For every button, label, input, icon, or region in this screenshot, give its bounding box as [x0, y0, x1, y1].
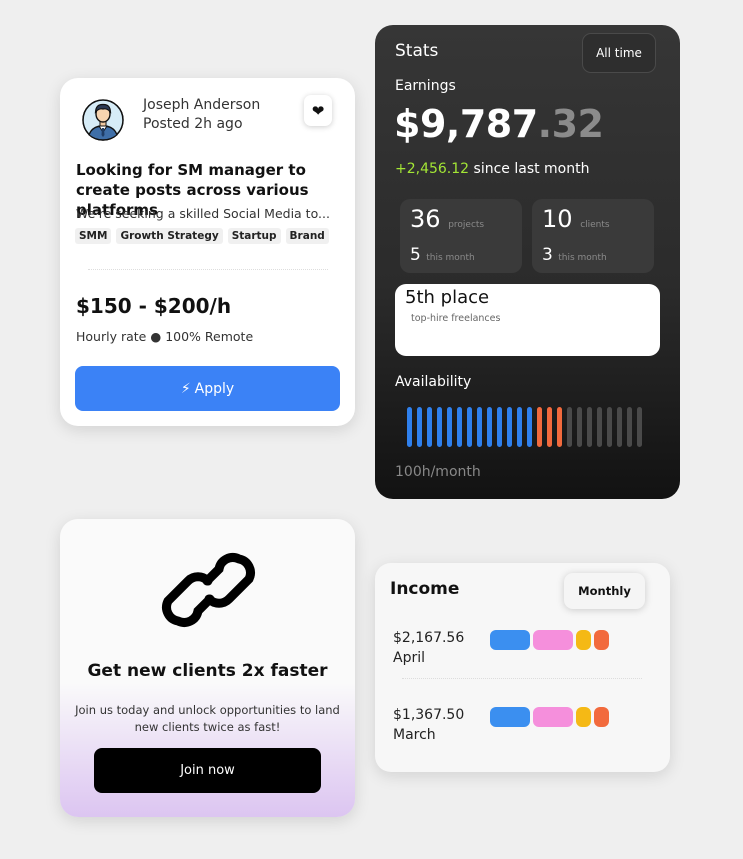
availability-bar: [477, 407, 482, 447]
job-meta: Hourly rate ● 100% Remote: [76, 329, 254, 344]
favorite-button[interactable]: ❤: [304, 95, 332, 126]
income-row[interactable]: $2,167.56 April: [393, 630, 653, 674]
availability-bar: [417, 407, 422, 447]
rank-card: 5th place top-hire freelances: [395, 284, 660, 356]
clients-count: 10: [542, 205, 573, 233]
income-row[interactable]: $1,367.50 March: [393, 707, 653, 751]
availability-bar: [617, 407, 622, 447]
author-info: Joseph Anderson Posted 2h ago: [143, 96, 260, 134]
income-pill-blue: [490, 630, 530, 650]
rank-subtitle: top-hire freelances: [411, 313, 501, 324]
promo-text: Join us today and unlock opportunities t…: [75, 703, 340, 734]
availability-bar: [517, 407, 522, 447]
projects-month: 5: [410, 245, 421, 265]
projects-month-stat: 5 this month: [410, 245, 475, 265]
availability-bar: [577, 407, 582, 447]
tag[interactable]: Startup: [227, 228, 281, 244]
availability-bar: [447, 407, 452, 447]
tag[interactable]: Growth Strategy: [116, 228, 223, 244]
rank-title: 5th place: [405, 287, 490, 308]
availability-footer: 100h/month: [395, 464, 481, 480]
amount-main: $9,787: [394, 102, 538, 146]
job-price: $150 - $200/h: [76, 294, 232, 318]
job-tags: SMM Growth Strategy Startup Brand: [75, 228, 329, 244]
author-avatar[interactable]: [82, 99, 124, 141]
clients-month-label: this month: [558, 253, 607, 263]
income-pill-yellow: [576, 707, 591, 727]
author-name[interactable]: Joseph Anderson: [143, 96, 260, 115]
availability-bar: [567, 407, 572, 447]
availability-bar: [587, 407, 592, 447]
link-icon: [162, 553, 255, 627]
availability-bar: [547, 407, 552, 447]
availability-bar: [427, 407, 432, 447]
availability-bar: [637, 407, 642, 447]
stats-title: Stats: [395, 41, 439, 61]
income-pill-yellow: [576, 630, 591, 650]
heart-icon: ❤: [311, 101, 325, 120]
income-pill-orange: [594, 707, 609, 727]
availability-label: Availability: [395, 374, 472, 390]
projects-card: 36 projects 5 this month: [400, 199, 522, 273]
job-description: We're seeking a skilled Social Media to.…: [76, 206, 330, 221]
tag[interactable]: Brand: [285, 228, 329, 244]
availability-bar: [487, 407, 492, 447]
income-title: Income: [390, 579, 460, 599]
job-card: Joseph Anderson Posted 2h ago ❤ Looking …: [60, 78, 355, 426]
availability-bar: [537, 407, 542, 447]
availability-bar: [607, 407, 612, 447]
income-pill-orange: [594, 630, 609, 650]
earnings-amount: $9,787.32: [394, 102, 604, 146]
income-pill-pink: [533, 630, 573, 650]
clients-label: clients: [580, 220, 610, 230]
income-month: April: [393, 650, 425, 666]
avatar-icon: [82, 99, 124, 141]
income-amount: $1,367.50: [393, 707, 465, 723]
posted-time: Posted 2h ago: [143, 116, 243, 132]
amount-cents: .32: [537, 102, 604, 146]
range-button[interactable]: All time: [582, 33, 656, 73]
availability-bar: [437, 407, 442, 447]
projects-month-label: this month: [426, 253, 475, 263]
availability-bar: [627, 407, 632, 447]
change-suffix: since last month: [469, 161, 590, 177]
income-pill-pink: [533, 707, 573, 727]
availability-bar: [407, 407, 412, 447]
availability-bar: [507, 407, 512, 447]
clients-month: 3: [542, 245, 553, 265]
income-card: Income Monthly $2,167.56 April $1,367.50…: [375, 563, 670, 772]
income-month: March: [393, 727, 436, 743]
projects-count: 36: [410, 205, 441, 233]
divider: [88, 269, 328, 270]
promo-card: Get new clients 2x faster Join us today …: [60, 519, 355, 817]
divider: [402, 678, 642, 679]
availability-bar: [557, 407, 562, 447]
projects-label: projects: [448, 220, 485, 230]
availability-bar: [467, 407, 472, 447]
stats-card: Stats All time Earnings $9,787.32 +2,456…: [375, 25, 680, 499]
availability-bar: [497, 407, 502, 447]
availability-bar: [597, 407, 602, 447]
income-amount: $2,167.56: [393, 630, 465, 646]
period-button[interactable]: Monthly: [564, 573, 645, 609]
lightning-icon: ⚡: [180, 380, 191, 397]
tag[interactable]: SMM: [75, 228, 112, 244]
change-value: +2,456.12: [395, 161, 470, 177]
clients-card: 10 clients 3 this month: [532, 199, 654, 273]
income-pill-blue: [490, 707, 530, 727]
availability-bar: [457, 407, 462, 447]
availability-bar: [527, 407, 532, 447]
apply-label: Apply: [194, 380, 235, 397]
earnings-label: Earnings: [395, 78, 456, 94]
clients-month-stat: 3 this month: [542, 245, 607, 265]
promo-title: Get new clients 2x faster: [87, 661, 328, 681]
join-now-button[interactable]: Join now: [94, 748, 321, 793]
earnings-change: +2,456.12 since last month: [395, 161, 590, 177]
clients-stat: 10 clients: [542, 205, 610, 233]
apply-button[interactable]: ⚡ Apply: [75, 366, 340, 411]
availability-bars: [407, 407, 647, 447]
projects-stat: 36 projects: [410, 205, 484, 233]
